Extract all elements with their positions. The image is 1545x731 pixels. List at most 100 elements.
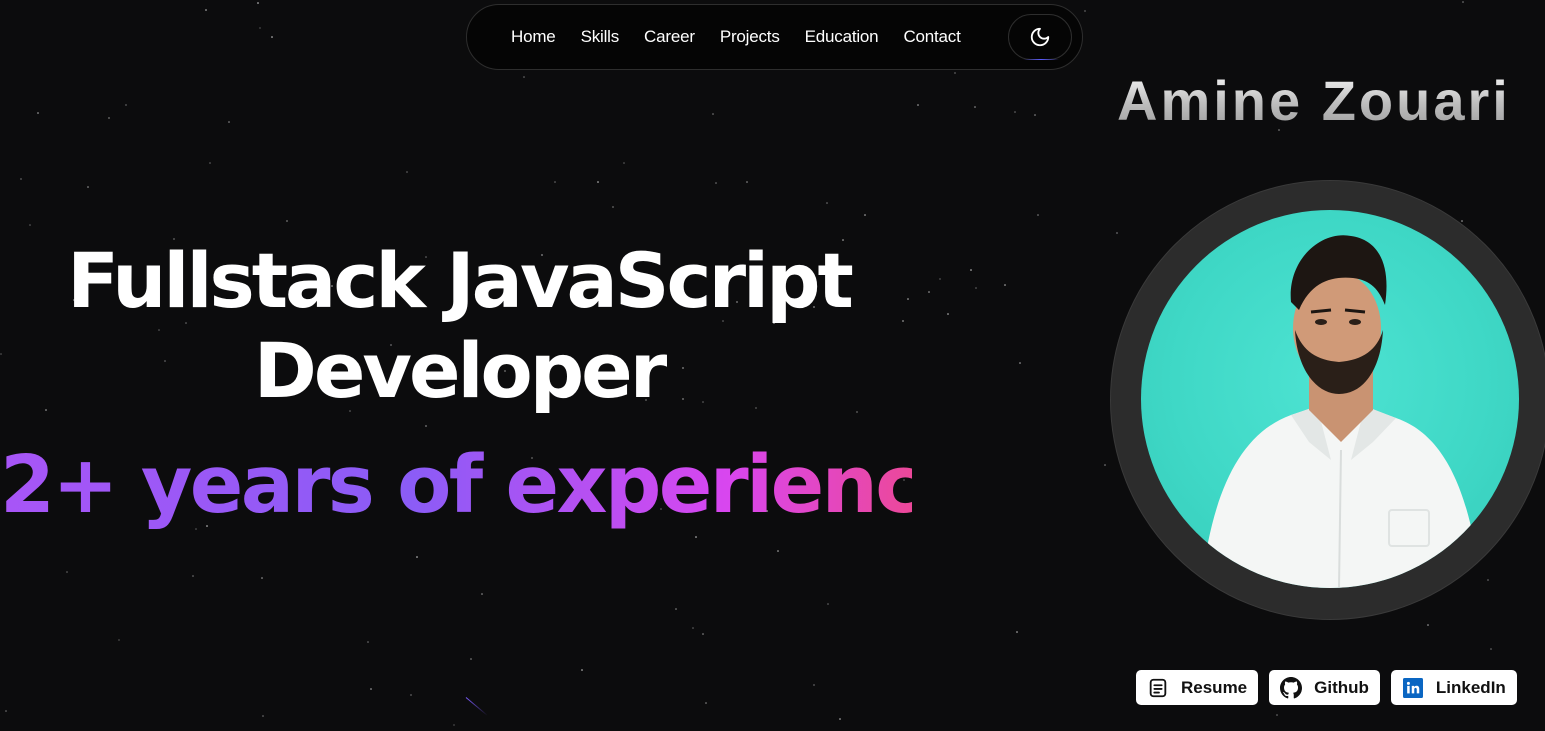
- star: [864, 214, 866, 216]
- star: [205, 9, 207, 11]
- experience-tagline: 2+ years of experience: [0, 439, 973, 531]
- document-icon: [1147, 677, 1169, 699]
- star: [1037, 214, 1039, 216]
- star: [370, 688, 372, 690]
- star: [1004, 284, 1006, 286]
- star: [481, 593, 483, 595]
- star: [118, 639, 120, 641]
- star: [66, 571, 68, 573]
- github-label: Github: [1314, 677, 1369, 697]
- star: [612, 206, 614, 208]
- star: [581, 669, 583, 671]
- star: [554, 181, 556, 183]
- star: [928, 291, 930, 293]
- star: [777, 550, 779, 552]
- star: [1490, 648, 1492, 650]
- star: [597, 181, 599, 183]
- star: [712, 113, 714, 115]
- star: [947, 313, 949, 315]
- star: [37, 112, 39, 114]
- star: [1276, 714, 1278, 716]
- star: [1014, 111, 1016, 113]
- star: [1427, 624, 1429, 626]
- star: [20, 178, 22, 180]
- nav-item-contact[interactable]: Contact: [903, 27, 960, 47]
- nav-item-projects[interactable]: Projects: [720, 27, 780, 47]
- star: [470, 658, 472, 660]
- star: [523, 76, 525, 78]
- star: [813, 684, 815, 686]
- hero-headline: Fullstack JavaScript Developer: [0, 236, 912, 416]
- linkedin-label: LinkedIn: [1435, 677, 1506, 697]
- linkedin-button[interactable]: LinkedIn: [1390, 670, 1517, 705]
- star: [257, 2, 259, 4]
- moon-icon: [1030, 27, 1050, 47]
- star: [939, 278, 941, 280]
- nav-item-home[interactable]: Home: [511, 27, 556, 47]
- star: [1084, 10, 1086, 12]
- profile-name: Amine Zouari: [1117, 69, 1511, 132]
- star: [125, 104, 127, 106]
- star: [827, 603, 829, 605]
- star: [209, 162, 211, 164]
- star: [692, 627, 694, 629]
- nav-item-career[interactable]: Career: [644, 27, 695, 47]
- star: [192, 575, 194, 577]
- nav-item-education[interactable]: Education: [805, 27, 879, 47]
- star: [259, 27, 261, 29]
- star: [705, 702, 707, 704]
- star: [826, 202, 828, 204]
- page: Home Skills Career Projects Education Co…: [0, 0, 1545, 731]
- theme-toggle-button[interactable]: [1008, 14, 1072, 60]
- star: [1016, 631, 1018, 633]
- github-icon: [1280, 676, 1303, 699]
- star: [623, 162, 625, 164]
- star: [87, 186, 89, 188]
- star: [367, 641, 369, 643]
- star: [954, 72, 956, 74]
- linkedin-icon: [1402, 677, 1424, 699]
- star: [271, 36, 273, 38]
- star: [286, 220, 288, 222]
- star: [416, 556, 418, 558]
- hero-title-line1: Fullstack JavaScript: [67, 236, 854, 325]
- star: [453, 724, 455, 726]
- hero-title: Fullstack JavaScript Developer: [0, 236, 912, 416]
- star: [1116, 232, 1118, 234]
- star: [228, 121, 230, 123]
- shooting-star: [465, 697, 488, 716]
- star: [917, 104, 919, 106]
- star: [974, 106, 976, 108]
- star: [262, 715, 264, 717]
- star: [839, 718, 841, 720]
- navbar: Home Skills Career Projects Education Co…: [466, 4, 1083, 70]
- star: [1104, 464, 1106, 466]
- social-links: Resume Github LinkedIn: [1136, 670, 1517, 705]
- star: [746, 181, 748, 183]
- star: [970, 269, 972, 271]
- star: [108, 117, 110, 119]
- star: [975, 287, 977, 289]
- github-button[interactable]: Github: [1269, 670, 1380, 705]
- star: [675, 608, 677, 610]
- star: [406, 171, 408, 173]
- star: [29, 224, 31, 226]
- star: [1462, 1, 1464, 3]
- avatar-portrait-illustration: [1201, 235, 1481, 588]
- star: [715, 182, 717, 184]
- star: [695, 536, 697, 538]
- star: [1487, 579, 1489, 581]
- resume-button[interactable]: Resume: [1136, 670, 1259, 705]
- star: [1461, 220, 1463, 222]
- star: [1034, 114, 1036, 116]
- nav-item-skills[interactable]: Skills: [581, 27, 620, 47]
- hero-title-line2: Developer: [253, 326, 667, 415]
- avatar: [1141, 210, 1519, 588]
- resume-label: Resume: [1181, 677, 1248, 697]
- star: [5, 710, 7, 712]
- star: [702, 633, 704, 635]
- star: [425, 425, 427, 427]
- star: [261, 577, 263, 579]
- star: [410, 694, 412, 696]
- star: [1019, 362, 1021, 364]
